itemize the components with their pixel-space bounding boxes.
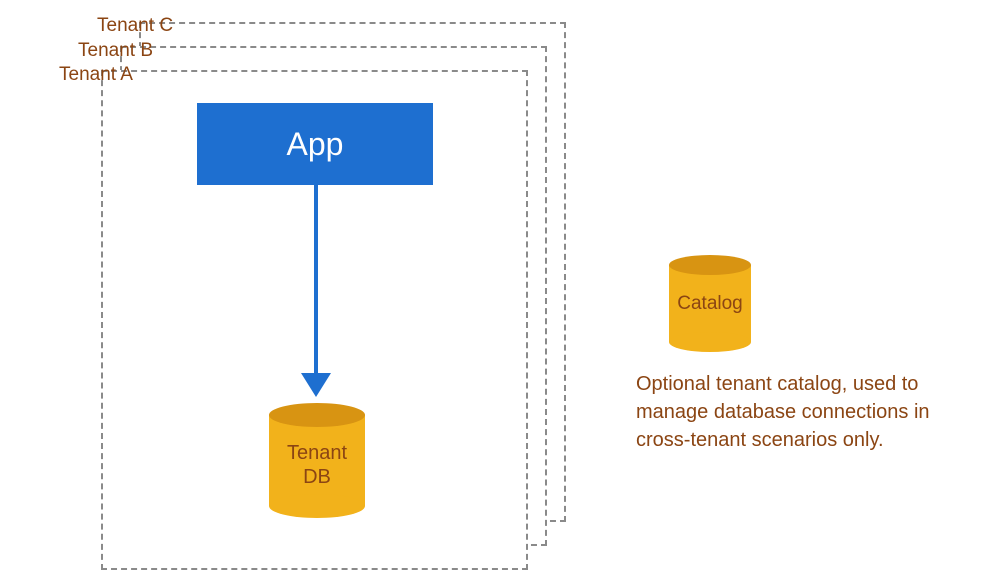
catalog-description: Optional tenant catalog, used to manage … xyxy=(636,370,946,454)
catalog-db-label: Catalog xyxy=(669,293,751,315)
arrow-line xyxy=(314,185,318,380)
diagram-container: Tenant C Tenant B Tenant A App Tenant DB… xyxy=(0,0,1003,565)
tenant-b-label: Tenant B xyxy=(78,40,153,62)
tenant-a-label: Tenant A xyxy=(59,64,133,86)
tenant-c-label: Tenant C xyxy=(97,15,173,37)
tenant-db-label: Tenant DB xyxy=(269,441,365,489)
arrow-head-icon xyxy=(301,373,331,397)
tenant-db-icon: Tenant DB xyxy=(269,403,365,518)
catalog-db-icon: Catalog xyxy=(669,255,751,352)
app-label: App xyxy=(287,126,344,163)
app-box: App xyxy=(197,103,433,185)
